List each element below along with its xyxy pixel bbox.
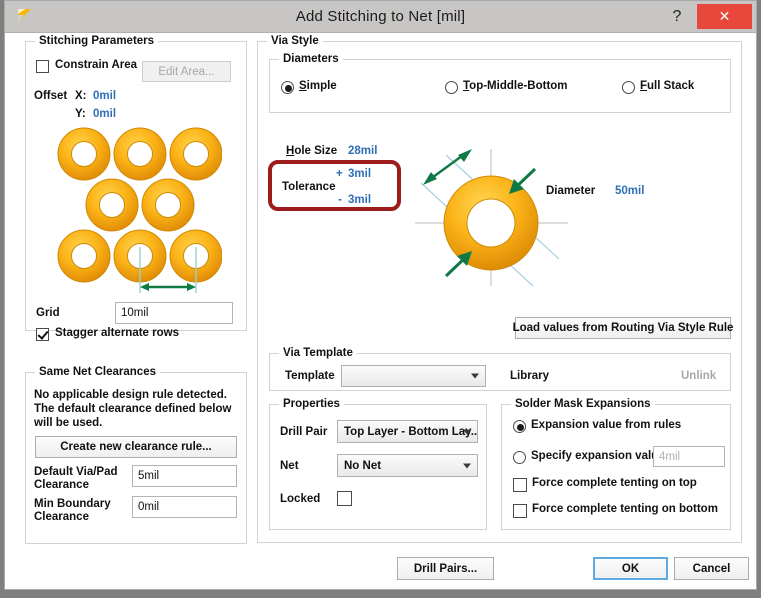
constrain-area-label: Constrain Area — [55, 59, 137, 71]
radio-top-middle-bottom-label: Top-Middle-Bottom — [463, 80, 568, 92]
template-label: Template — [285, 370, 335, 382]
constrain-area-checkbox[interactable] — [36, 60, 49, 73]
via-template-label: Via Template — [279, 347, 357, 359]
ok-button[interactable]: OK — [593, 557, 668, 580]
grid-input[interactable]: 10mil — [115, 302, 233, 324]
specify-expansion-label: Specify expansion value — [531, 450, 665, 462]
cancel-button[interactable]: Cancel — [674, 557, 749, 580]
expansion-from-rules-label: Expansion value from rules — [531, 419, 681, 431]
tent-bottom-checkbox[interactable] — [513, 504, 527, 518]
radio-full-stack-label: Full Stack — [640, 80, 694, 92]
template-select[interactable] — [341, 365, 486, 387]
min-boundary-input[interactable]: 0mil — [132, 496, 237, 518]
radio-tmb-rest: op-Middle-Bottom — [469, 80, 567, 92]
radio-simple-mnemonic: S — [299, 80, 307, 92]
net-label: Net — [280, 460, 299, 472]
same-net-clearances-label: Same Net Clearances — [35, 366, 160, 378]
offset-y-value[interactable]: 0mil — [93, 108, 116, 120]
properties-label: Properties — [279, 398, 344, 410]
via-style-label: Via Style — [267, 35, 323, 47]
drill-pair-label: Drill Pair — [280, 426, 327, 438]
window-title: Add Stitching to Net [mil] — [5, 8, 756, 25]
tolerance-label: Tolerance — [282, 181, 335, 193]
tent-top-label: Force complete tenting on top — [532, 477, 697, 489]
diameter-label: Diameter — [546, 185, 595, 197]
drill-pairs-button[interactable]: Drill Pairs... — [397, 557, 494, 580]
net-select[interactable]: No Net — [337, 454, 478, 477]
grid-label: Grid — [36, 307, 60, 319]
dialog-window: Add Stitching to Net [mil] ? ✕ Stitching… — [4, 0, 757, 590]
clearance-note-line3: will be used. — [34, 417, 102, 429]
offset-x-label: X: — [75, 90, 87, 102]
specify-expansion-input[interactable]: 4mil — [653, 446, 725, 467]
chevron-down-icon — [463, 463, 471, 468]
stagger-label: Stagger alternate rows — [55, 327, 179, 339]
stitching-parameters-label: Stitching Parameters — [35, 35, 158, 47]
locked-label: Locked — [280, 493, 320, 505]
radio-simple-label: Simple — [299, 80, 337, 92]
radio-simple-rest: imple — [307, 80, 337, 92]
stitching-pattern-preview — [57, 127, 222, 297]
radio-specify-expansion[interactable] — [513, 451, 526, 464]
solder-mask-label: Solder Mask Expansions — [511, 398, 655, 410]
radio-top-middle-bottom[interactable] — [445, 81, 458, 94]
offset-x-value[interactable]: 0mil — [93, 90, 116, 102]
net-value: No Net — [344, 460, 381, 472]
hole-size-label: Hole Size — [286, 145, 337, 157]
radio-expansion-from-rules[interactable] — [513, 420, 526, 433]
min-boundary-label-line1: Min Boundary — [34, 498, 111, 510]
via-template-group: Via Template — [269, 353, 731, 391]
tolerance-plus-sign: + — [336, 168, 343, 180]
offset-y-label: Y: — [75, 108, 86, 120]
default-clearance-input[interactable]: 5mil — [132, 465, 237, 487]
diameter-value[interactable]: 50mil — [615, 185, 644, 197]
close-button[interactable]: ✕ — [697, 4, 752, 29]
load-values-button[interactable]: Load values from Routing Via Style Rule — [515, 317, 731, 339]
stagger-checkbox[interactable] — [36, 328, 49, 341]
library-label: Library — [510, 370, 549, 382]
title-bar: Add Stitching to Net [mil] ? ✕ — [5, 1, 756, 33]
radio-full-stack-mnemonic: F — [640, 80, 647, 92]
radio-simple[interactable] — [281, 81, 294, 94]
tolerance-minus-sign: - — [338, 194, 342, 206]
chevron-down-icon — [463, 429, 471, 434]
locked-checkbox[interactable] — [337, 491, 352, 506]
tolerance-plus-value[interactable]: 3mil — [348, 168, 371, 180]
chevron-down-icon — [471, 374, 479, 379]
min-boundary-label-line2: Clearance — [34, 511, 89, 523]
edit-area-button[interactable]: Edit Area... — [142, 61, 231, 82]
help-button[interactable]: ? — [664, 4, 690, 29]
hole-size-value[interactable]: 28mil — [348, 145, 377, 157]
clearance-note-line2: The default clearance defined below — [34, 403, 231, 415]
clearance-note-line1: No applicable design rule detected. — [34, 389, 227, 401]
drill-pair-value: Top Layer - Bottom Lay... — [344, 426, 478, 438]
diameters-label: Diameters — [279, 53, 343, 65]
tent-top-checkbox[interactable] — [513, 478, 527, 492]
drill-pair-select[interactable]: Top Layer - Bottom Lay... — [337, 420, 478, 443]
create-clearance-rule-button[interactable]: Create new clearance rule... — [35, 436, 237, 458]
via-diagram-preview — [413, 141, 583, 291]
unlink-button[interactable]: Unlink — [681, 370, 716, 382]
offset-label: Offset — [34, 90, 67, 102]
default-clearance-label-line2: Clearance — [34, 479, 89, 491]
radio-full-stack[interactable] — [622, 81, 635, 94]
tent-bottom-label: Force complete tenting on bottom — [532, 503, 718, 515]
tolerance-minus-value[interactable]: 3mil — [348, 194, 371, 206]
radio-full-stack-rest: ull Stack — [647, 80, 694, 92]
default-clearance-label-line1: Default Via/Pad — [34, 466, 118, 478]
hole-size-rest: ole Size — [294, 145, 337, 157]
